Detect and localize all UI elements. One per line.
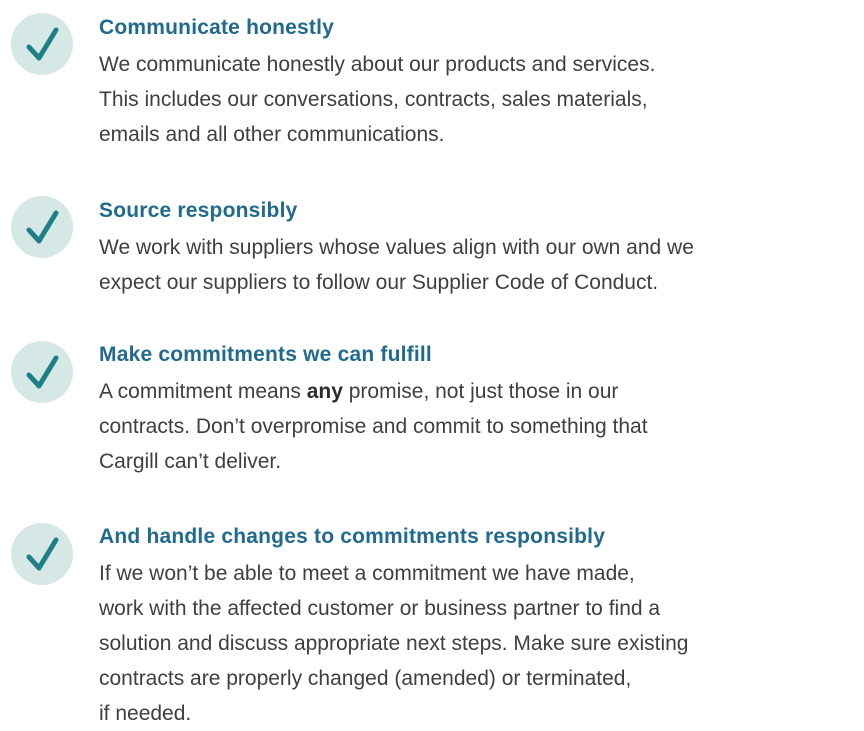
list-item-content: Communicate honestly We communicate hone… [99,15,864,152]
body-text: promise, not just those in our [342,380,619,403]
item-body: We communicate honestly about our produc… [99,47,864,152]
list-item-content: And handle changes to commitments respon… [99,524,864,731]
checkmark-icon [11,523,73,585]
body-line: This includes our conversations, contrac… [99,88,648,111]
item-title: Communicate honestly [99,16,335,39]
item-title: Source responsibly [99,199,298,222]
body-line: If we won’t be able to meet a commitment… [99,562,635,585]
body-line: Cargill can’t deliver. [99,450,282,473]
item-title: Make commitments we can fulfill [99,343,432,366]
list-item-content: Source responsibly We work with supplier… [99,198,864,300]
body-line: if needed. [99,702,192,725]
body-line: emails and all other communications. [99,123,445,146]
emphasis-text: any [306,380,343,403]
body-line: contracts are properly changed (amended)… [99,667,632,690]
body-line: expect our suppliers to follow our Suppl… [99,271,659,294]
commitments-list: Communicate honestly We communicate hone… [0,0,864,730]
body-line: solution and discuss appropriate next st… [99,632,689,655]
body-line: We work with suppliers whose values alig… [99,236,694,259]
body-line: work with the affected customer or busin… [99,597,661,620]
body-line: A commitment means any promise, not just… [99,374,864,409]
body-line: We communicate honestly about our produc… [99,53,656,76]
item-body: If we won’t be able to meet a commitment… [99,556,864,731]
item-title: And handle changes to commitments respon… [99,525,606,548]
item-body: A commitment means any promise, not just… [99,374,864,479]
item-body: We work with suppliers whose values alig… [99,230,864,300]
checkmark-icon [11,13,73,75]
body-line: contracts. Don’t overpromise and commit … [99,415,648,438]
checkmark-icon [11,341,73,403]
body-text: A commitment means [99,380,307,403]
checkmark-icon [11,196,73,258]
list-item-content: Make commitments we can fulfill A commit… [99,342,864,479]
